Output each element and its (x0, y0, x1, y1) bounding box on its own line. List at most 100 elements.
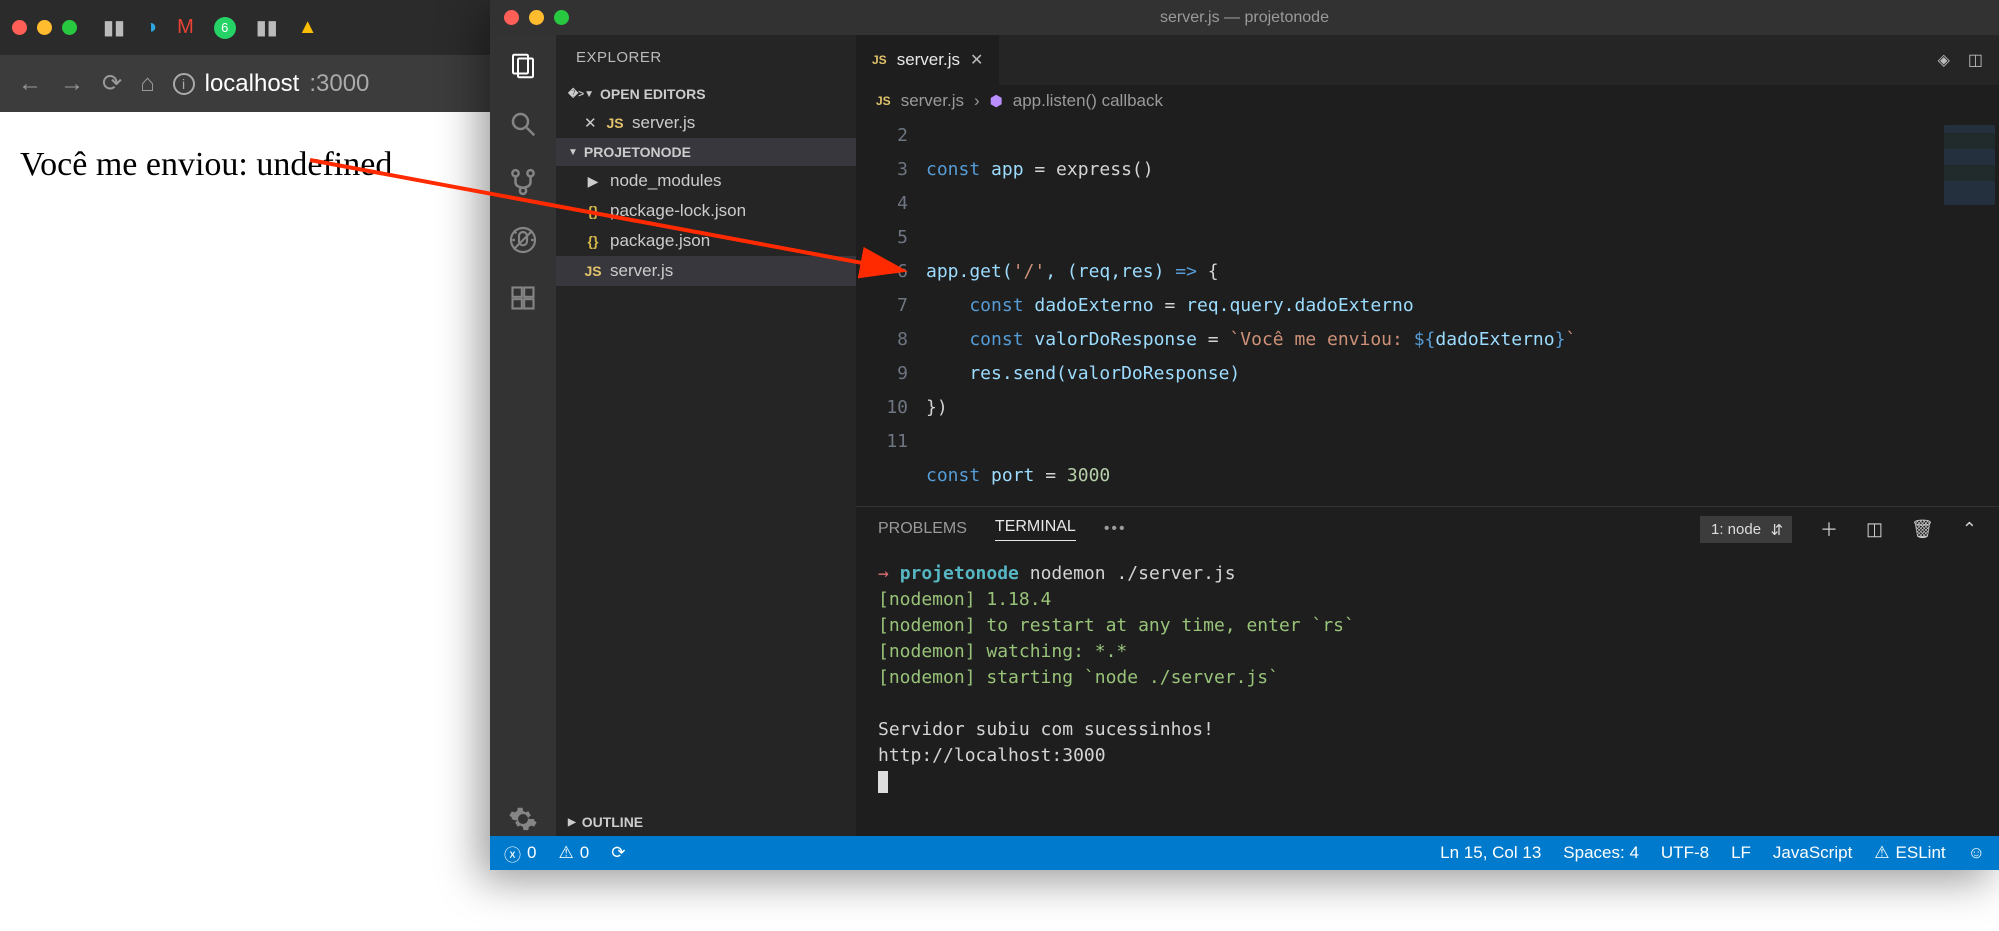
maximize-window-icon[interactable] (62, 20, 77, 35)
sync-icon[interactable]: ⟳ (611, 843, 625, 863)
chevron-right-icon: ▶ (568, 817, 576, 828)
minimize-window-icon[interactable] (37, 20, 52, 35)
open-editors-header[interactable]: �>▼ OPEN EDITORS (556, 80, 856, 108)
panel-tabs: PROBLEMS TERMINAL ••• 1: node ⇵ ＋ ◫ 🗑 ⌃ (856, 507, 1999, 551)
symbol-icon: ⬢ (990, 92, 1003, 110)
browser-window: ▮▮ ◑ M 6 ▮▮ ▲ ← → ⟳ ⌂ i localhost :3000 V… (0, 0, 500, 931)
search-icon[interactable] (506, 107, 540, 141)
line-gutter: 234567891011 (856, 117, 926, 506)
diff-icon[interactable]: ◈ (1938, 50, 1950, 70)
reload-icon[interactable]: ⟳ (102, 69, 122, 98)
browser-viewport: Você me enviou: undefined (0, 112, 500, 931)
js-file-icon: JS (584, 263, 602, 279)
browser-toolbar: ← → ⟳ ⌂ i localhost :3000 (0, 55, 500, 112)
split-editor-icon[interactable]: ◫ (1968, 50, 1983, 70)
browser-tabs: ▮▮ ◑ M 6 ▮▮ ▲ (103, 15, 318, 40)
forward-icon[interactable]: → (60, 70, 84, 98)
status-language[interactable]: JavaScript (1773, 843, 1852, 863)
explorer-icon[interactable] (506, 49, 540, 83)
tab-whatsapp-icon[interactable]: 6 (214, 17, 236, 39)
explorer-sidebar: EXPLORER �>▼ OPEN EDITORS ✕ JS server.js… (556, 35, 856, 836)
breadcrumb-symbol: app.listen() callback (1013, 91, 1163, 111)
window-title: server.js — projetonode (490, 9, 1999, 27)
chevron-right-icon: ▶ (584, 173, 602, 190)
editor-actions: ◈ ◫ (1938, 35, 1999, 85)
editor-tab[interactable]: JS server.js ✕ (856, 35, 1000, 85)
tab-problems[interactable]: PROBLEMS (878, 520, 967, 538)
js-file-icon: JS (876, 94, 891, 108)
minimap[interactable] (1939, 117, 1999, 506)
close-icon[interactable]: ✕ (584, 114, 598, 132)
split-terminal-icon[interactable]: ◫ (1866, 519, 1883, 540)
error-icon: ⓧ (504, 841, 521, 866)
file-item[interactable]: {} package.json (556, 226, 856, 256)
breadcrumbs[interactable]: JS server.js › ⬢ app.listen() callback (856, 85, 1999, 117)
editor-group: JS server.js ✕ ◈ ◫ JS server.js › ⬢ app.… (856, 35, 1999, 836)
open-editors-label: OPEN EDITORS (600, 86, 706, 102)
chevron-updown-icon: ⇵ (1770, 521, 1783, 539)
tab-gmail-icon[interactable]: M (177, 16, 194, 39)
bottom-panel: PROBLEMS TERMINAL ••• 1: node ⇵ ＋ ◫ 🗑 ⌃ … (856, 506, 1999, 836)
settings-gear-icon[interactable] (506, 802, 540, 836)
js-file-icon: JS (872, 53, 887, 67)
page-body-text: Você me enviou: undefined (20, 146, 480, 184)
address-host: localhost (205, 70, 300, 98)
outline-label: OUTLINE (582, 814, 643, 830)
home-icon[interactable]: ⌂ (140, 70, 155, 98)
file-item[interactable]: {} package-lock.json (556, 196, 856, 226)
vscode-title-bar: server.js — projetonode (490, 0, 1999, 35)
extensions-icon[interactable] (506, 281, 540, 315)
terminal-cursor (878, 771, 888, 793)
file-item[interactable]: JS server.js (556, 256, 856, 286)
file-name: package-lock.json (610, 201, 746, 221)
chevron-down-icon: ▼ (568, 147, 578, 158)
open-editor-item[interactable]: ✕ JS server.js (556, 108, 856, 138)
feedback-icon[interactable]: ☺ (1968, 843, 1985, 863)
vscode-window: server.js — projetonode (490, 0, 1999, 870)
close-tab-icon[interactable]: ✕ (970, 50, 983, 70)
chevron-right-icon: › (974, 91, 980, 111)
site-info-icon[interactable]: i (173, 73, 195, 95)
warning-icon: ⚠ (1874, 843, 1889, 863)
tab-drive-icon[interactable]: ▲ (298, 16, 318, 39)
status-eslint[interactable]: ⚠ ESLint (1874, 843, 1945, 863)
status-indentation[interactable]: Spaces: 4 (1563, 843, 1639, 863)
status-eol[interactable]: LF (1731, 843, 1751, 863)
code-editor[interactable]: 234567891011 const app = express() app.g… (856, 117, 1999, 506)
tab-telegram-icon[interactable]: ◑ (145, 16, 157, 39)
kill-terminal-icon[interactable]: 🗑 (1911, 519, 1934, 540)
terminal[interactable]: → projetonode nodemon ./server.js [nodem… (856, 551, 1999, 836)
tab-terminal[interactable]: TERMINAL (995, 518, 1076, 541)
file-name: node_modules (610, 171, 722, 191)
status-encoding[interactable]: UTF-8 (1661, 843, 1709, 863)
back-icon[interactable]: ← (18, 70, 42, 98)
address-port: :3000 (309, 70, 369, 98)
status-errors[interactable]: ⓧ0 (504, 841, 536, 866)
close-window-icon[interactable] (12, 20, 27, 35)
chevron-down-icon: �>▼ (568, 89, 594, 100)
tab-icon[interactable]: ▮▮ (256, 15, 278, 40)
code-content[interactable]: const app = express() app.get('/', (req,… (926, 117, 1939, 506)
browser-tab-bar: ▮▮ ◑ M 6 ▮▮ ▲ (0, 0, 500, 55)
status-warnings[interactable]: ⚠0 (558, 843, 589, 863)
more-tabs-icon[interactable]: ••• (1104, 520, 1127, 538)
sidebar-title: EXPLORER (556, 35, 856, 80)
new-terminal-icon[interactable]: ＋ (1820, 516, 1838, 542)
project-header[interactable]: ▼ PROJETONODE (556, 138, 856, 166)
source-control-icon[interactable] (506, 165, 540, 199)
browser-traffic-lights (12, 20, 77, 35)
address-bar[interactable]: i localhost :3000 (173, 70, 370, 98)
json-file-icon: {} (584, 233, 602, 249)
tab-label: server.js (897, 50, 960, 70)
outline-header[interactable]: ▶ OUTLINE (556, 808, 856, 836)
project-label: PROJETONODE (584, 144, 691, 160)
status-cursor-position[interactable]: Ln 15, Col 13 (1440, 843, 1541, 863)
activity-bar (490, 35, 556, 836)
breadcrumb-file: server.js (901, 91, 964, 111)
debug-disabled-icon[interactable] (506, 223, 540, 257)
open-editor-name: server.js (632, 113, 695, 133)
maximize-panel-icon[interactable]: ⌃ (1962, 519, 1977, 540)
folder-item[interactable]: ▶ node_modules (556, 166, 856, 196)
terminal-select[interactable]: 1: node ⇵ (1700, 516, 1792, 543)
tab-icon[interactable]: ▮▮ (103, 15, 125, 40)
